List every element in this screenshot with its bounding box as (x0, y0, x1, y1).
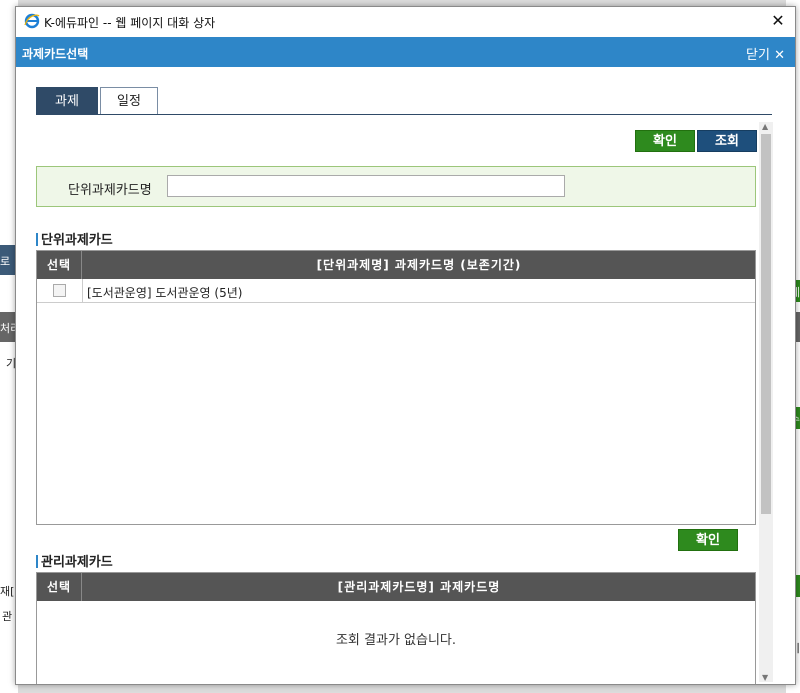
window-close-button[interactable]: ✕ (767, 10, 789, 32)
grid-header: 선택 [관리과제카드명] 과제카드명 (37, 573, 755, 601)
internet-explorer-icon (24, 13, 40, 29)
dialog-header: 과제카드선택 닫기 ✕ (16, 37, 795, 67)
scroll-down-arrow-icon[interactable]: ▼ (762, 673, 768, 682)
mgmt-task-card-section-title: 관리과제카드 (36, 551, 113, 570)
column-header-select: 선택 (37, 251, 82, 279)
grid-header: 선택 [단위과제명] 과제카드명 (보존기간) (37, 251, 755, 279)
unit-confirm-button[interactable]: 확인 (678, 529, 738, 551)
table-row[interactable]: [도서관운영] 도서관운영 (5년) (37, 279, 755, 303)
column-header-select: 선택 (37, 573, 82, 601)
column-header-card-name: [관리과제카드명] 과제카드명 (337, 580, 501, 594)
empty-result-message: 조회 결과가 없습니다. (335, 633, 457, 648)
scroll-up-arrow-icon[interactable]: ▲ (762, 122, 768, 131)
tab-schedule[interactable]: 일정 (100, 87, 158, 115)
bg-text: 관 (2, 610, 13, 623)
unit-task-card-grid: 선택 [단위과제명] 과제카드명 (보존기간) [도서관운영] 도서관운영 (5… (36, 250, 756, 525)
tab-task[interactable]: 과제 (36, 87, 98, 115)
section-marker (36, 233, 38, 246)
vertical-scrollbar[interactable]: ▲ ▼ (759, 122, 773, 682)
section-marker (36, 555, 38, 568)
dialog-close-button[interactable]: 닫기 ✕ (746, 44, 785, 63)
dialog-title: 과제카드선택 (22, 47, 89, 61)
search-button[interactable]: 조회 (697, 130, 757, 152)
window-titlebar[interactable]: K-에듀파인 -- 웹 페이지 대화 상자 ✕ (16, 7, 795, 37)
column-divider (82, 279, 83, 303)
dialog-window: K-에듀파인 -- 웹 페이지 대화 상자 ✕ 과제카드선택 닫기 ✕ 과제 일… (15, 6, 796, 685)
tab-divider (36, 114, 772, 115)
row-checkbox[interactable] (53, 284, 66, 297)
bg-text: 로 (0, 255, 11, 268)
search-panel: 단위과제카드명 (36, 166, 756, 207)
unit-task-card-name-input[interactable] (167, 175, 565, 197)
column-header-card-name: [단위과제명] 과제카드명 (보존기간) (316, 258, 522, 272)
unit-task-card-name-label: 단위과제카드명 (68, 183, 152, 198)
section-title-text: 단위과제카드 (41, 233, 113, 248)
row-card-name: [도서관운영] 도서관운영 (5년) (87, 286, 243, 300)
unit-task-card-section-title: 단위과제카드 (36, 229, 113, 248)
bg-text: 재[ (0, 585, 15, 598)
scrollbar-thumb[interactable] (761, 134, 771, 514)
window-title: K-에듀파인 -- 웹 페이지 대화 상자 (44, 16, 216, 30)
mgmt-task-card-grid: 선택 [관리과제카드명] 과제카드명 조회 결과가 없습니다. (36, 572, 756, 684)
confirm-button[interactable]: 확인 (635, 130, 695, 152)
section-title-text: 관리과제카드 (41, 555, 113, 570)
